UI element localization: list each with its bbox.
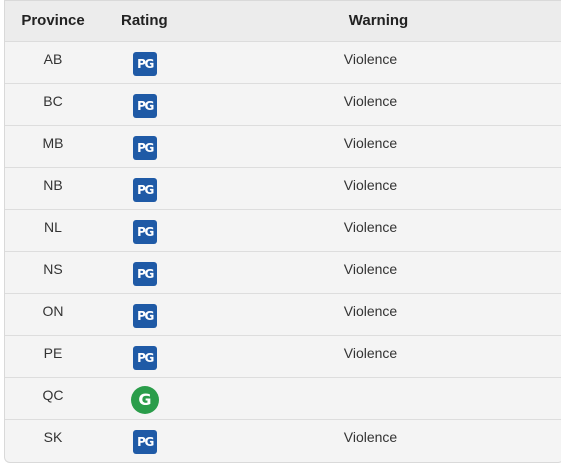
warning-column-header: Warning (193, 1, 561, 42)
rating-cell: PG (101, 83, 193, 125)
warning-cell: Violence (343, 260, 398, 277)
rating-cell: G (101, 377, 193, 419)
pg-rating-icon: PG (133, 93, 157, 118)
pg-rating-icon: PG (133, 51, 157, 76)
table-row: BC PG Violence (5, 83, 561, 125)
rating-cell: PG (101, 41, 193, 83)
ratings-table-container: Province Rating Warning AB PG Violence BC PG… (4, 0, 561, 463)
table-row: SK PG Violence (5, 419, 561, 461)
rating-cell: PG (101, 335, 193, 377)
rating-cell: PG (101, 167, 193, 209)
province-cell: BC (43, 92, 63, 109)
rating-cell: PG (101, 419, 193, 461)
province-cell: ON (42, 302, 64, 319)
warning-cell: Violence (343, 134, 398, 151)
table-row: QC G (5, 377, 561, 419)
province-cell: PE (43, 344, 63, 361)
table-row: NB PG Violence (5, 167, 561, 209)
pg-rating-icon: PG (133, 219, 157, 244)
rating-cell: PG (101, 209, 193, 251)
province-cell: NS (43, 260, 63, 277)
rating-cell: PG (101, 293, 193, 335)
warning-cell: Violence (343, 302, 398, 319)
pg-rating-icon: PG (133, 135, 157, 160)
table-row: NS PG Violence (5, 251, 561, 293)
province-column-header: Province (5, 1, 101, 42)
table-body: AB PG Violence BC PG Violence MB PG Violence NB PG… (5, 41, 561, 461)
warning-cell: Violence (343, 92, 398, 109)
warning-cell (193, 377, 561, 419)
province-cell: AB (43, 50, 63, 67)
rating-cell: PG (101, 251, 193, 293)
table-row: PE PG Violence (5, 335, 561, 377)
table-row: AB PG Violence (5, 41, 561, 83)
rating-column-header: Rating (101, 1, 193, 42)
table-row: MB PG Violence (5, 125, 561, 167)
province-cell: SK (43, 428, 63, 445)
g-rating-icon: G (131, 385, 159, 414)
warning-cell: Violence (343, 50, 398, 67)
table-row: NL PG Violence (5, 209, 561, 251)
province-cell: NB (43, 176, 63, 193)
pg-rating-icon: PG (133, 303, 157, 328)
header-row: Province Rating Warning (5, 1, 561, 42)
warning-cell: Violence (343, 176, 398, 193)
province-cell: NL (44, 218, 62, 235)
warning-cell: Violence (343, 344, 398, 361)
pg-rating-icon: PG (133, 345, 157, 370)
rating-cell: PG (101, 125, 193, 167)
pg-rating-icon: PG (133, 261, 157, 286)
pg-rating-icon: PG (133, 177, 157, 202)
table-header: Province Rating Warning (5, 1, 561, 42)
ratings-table: Province Rating Warning AB PG Violence BC PG… (5, 1, 561, 461)
province-cell: QC (42, 386, 64, 403)
pg-rating-icon: PG (133, 429, 157, 454)
table-row: ON PG Violence (5, 293, 561, 335)
warning-cell: Violence (343, 218, 398, 235)
warning-cell: Violence (343, 428, 398, 445)
province-cell: MB (42, 134, 64, 151)
